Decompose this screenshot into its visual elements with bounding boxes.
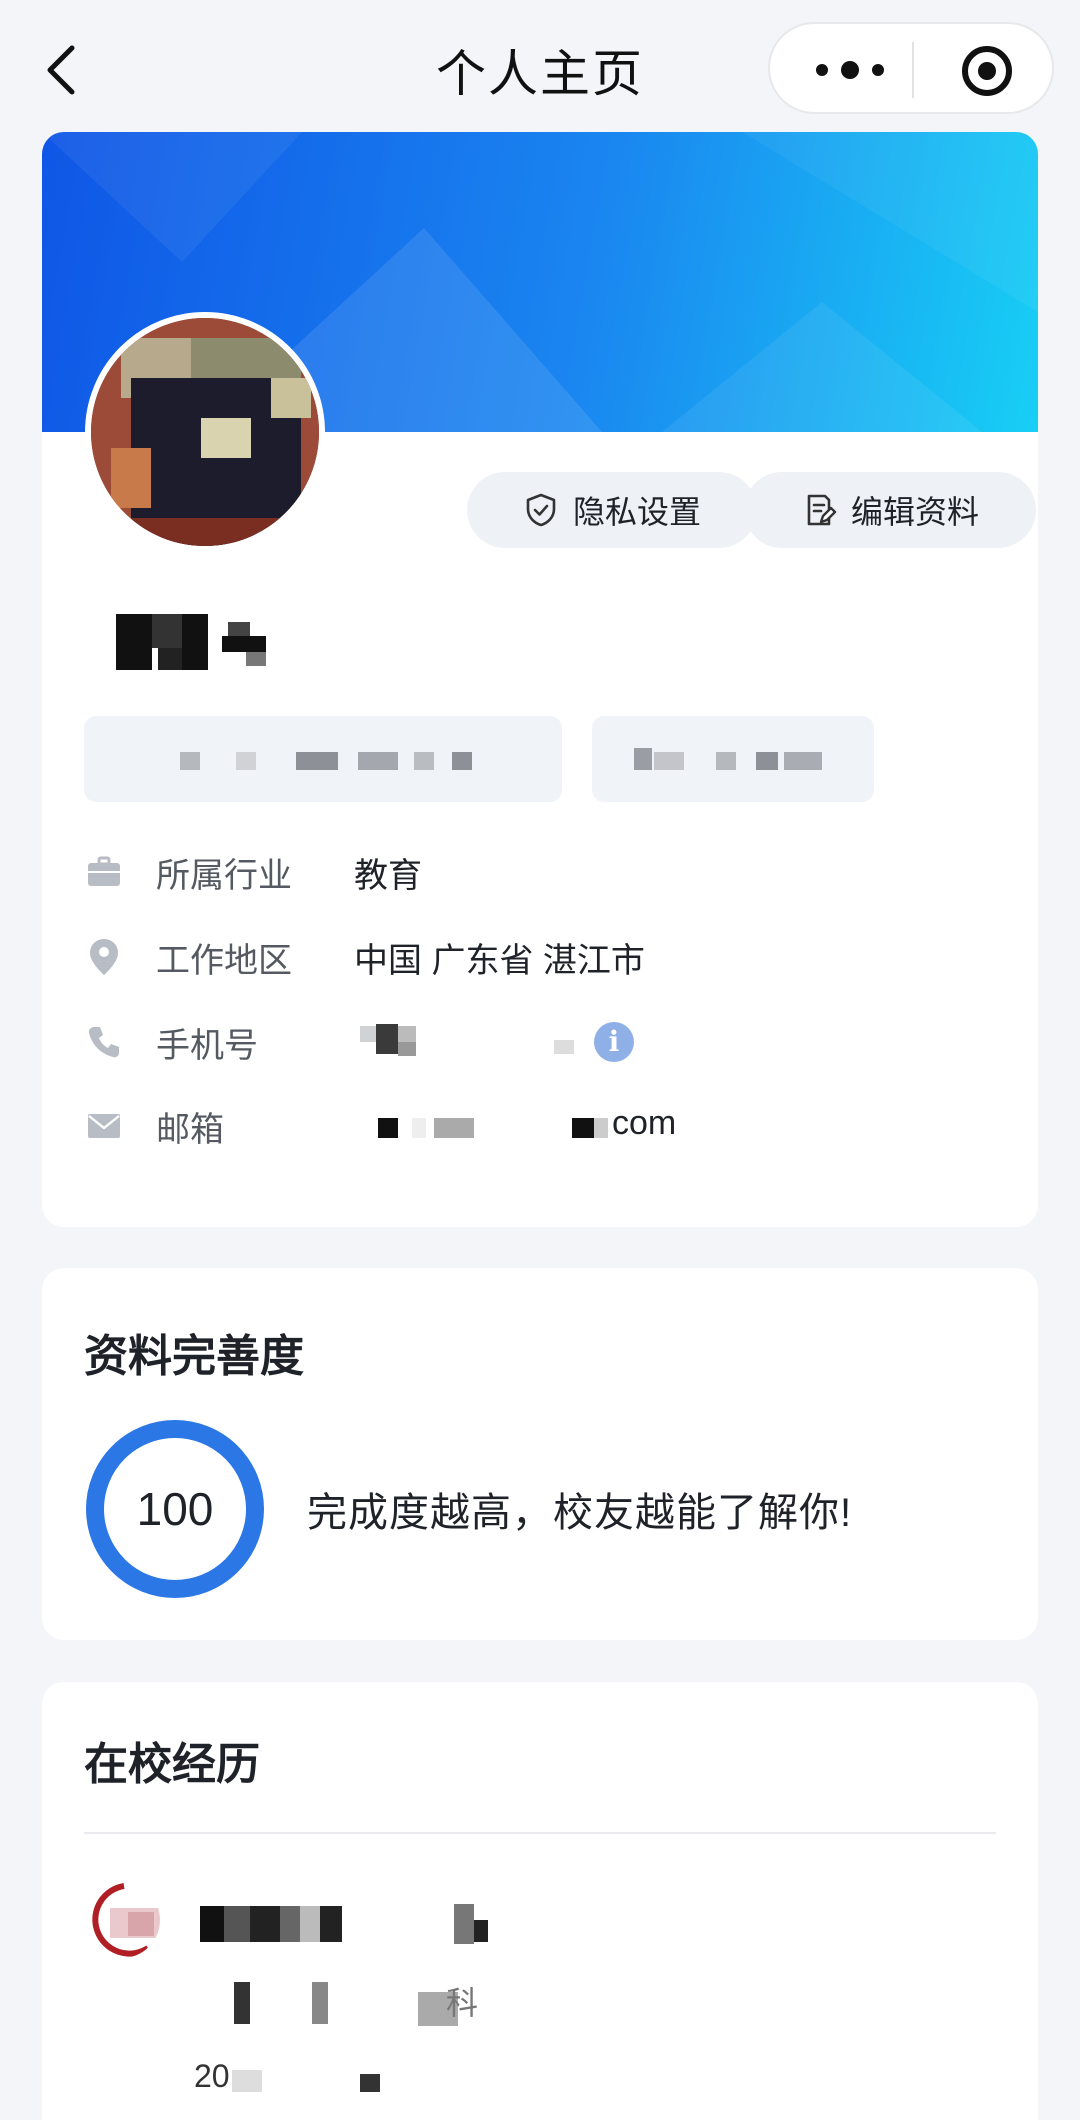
section-divider (84, 1832, 996, 1834)
document-edit-icon (807, 494, 837, 526)
info-value-region: 中国 广东省 湛江市 (354, 941, 645, 980)
user-name-redacted (96, 602, 356, 682)
school-major-line: 科 (194, 1978, 554, 2028)
school-experience-card: 在校经历 科 20 (42, 1682, 1038, 2120)
miniprogram-capsule (768, 22, 1054, 114)
target-icon (962, 46, 1012, 96)
info-label-industry: 所属行业 (156, 856, 292, 895)
privacy-settings-button[interactable]: 隐私设置 (467, 472, 757, 548)
edit-profile-label: 编辑资料 (850, 494, 979, 530)
nav-bar: 个人主页 (0, 0, 1080, 130)
completeness-score: 100 (136, 1483, 214, 1535)
capsule-divider (912, 42, 914, 98)
more-button[interactable] (810, 48, 890, 92)
school-logo (84, 1882, 160, 1958)
briefcase-icon (88, 856, 120, 886)
school-experience-title: 在校经历 (84, 1740, 260, 1789)
school-degree-suffix: 科 (446, 1985, 479, 2021)
alumni-tag-chip (84, 716, 562, 802)
privacy-settings-label: 隐私设置 (572, 494, 701, 530)
school-year-prefix: 20 (194, 2058, 230, 2094)
info-label-phone: 手机号 (156, 1026, 258, 1065)
info-label-email: 邮箱 (156, 1110, 224, 1149)
location-pin-icon (90, 939, 118, 975)
completeness-card: 资料完善度 100 完成度越高，校友越能了解你! (42, 1268, 1038, 1640)
close-miniprogram-button[interactable] (960, 44, 1014, 98)
completeness-tip: 完成度越高，校友越能了解你! (307, 1491, 853, 1535)
shield-check-icon (526, 493, 556, 527)
info-value-email: com (354, 1096, 694, 1156)
email-domain-suffix: com (612, 1104, 677, 1142)
info-label-region: 工作地区 (156, 941, 292, 980)
info-row-industry: 所属行业 教育 (84, 842, 1014, 902)
phone-info-icon[interactable]: i (594, 1022, 634, 1062)
info-row-email: 邮箱 com (84, 1096, 1014, 1156)
edit-profile-button[interactable]: 编辑资料 (744, 472, 1036, 548)
profile-card: 隐私设置 编辑资料 所属行业 教育 工作地区 中国 广东省 湛江市 手机号 i … (42, 132, 1038, 1227)
info-row-region: 工作地区 中国 广东省 湛江市 (84, 927, 1014, 987)
info-row-phone: 手机号 (84, 1012, 1014, 1072)
school-name-redacted (194, 1900, 514, 1948)
avatar[interactable] (85, 312, 325, 552)
more-dots-icon (816, 61, 884, 79)
info-value-industry: 教育 (354, 856, 422, 895)
completeness-title: 资料完善度 (84, 1332, 304, 1381)
mail-icon (88, 1114, 120, 1138)
school-period-line: 20 (194, 2052, 494, 2102)
company-tag-chip (592, 716, 874, 802)
phone-icon (88, 1027, 119, 1058)
